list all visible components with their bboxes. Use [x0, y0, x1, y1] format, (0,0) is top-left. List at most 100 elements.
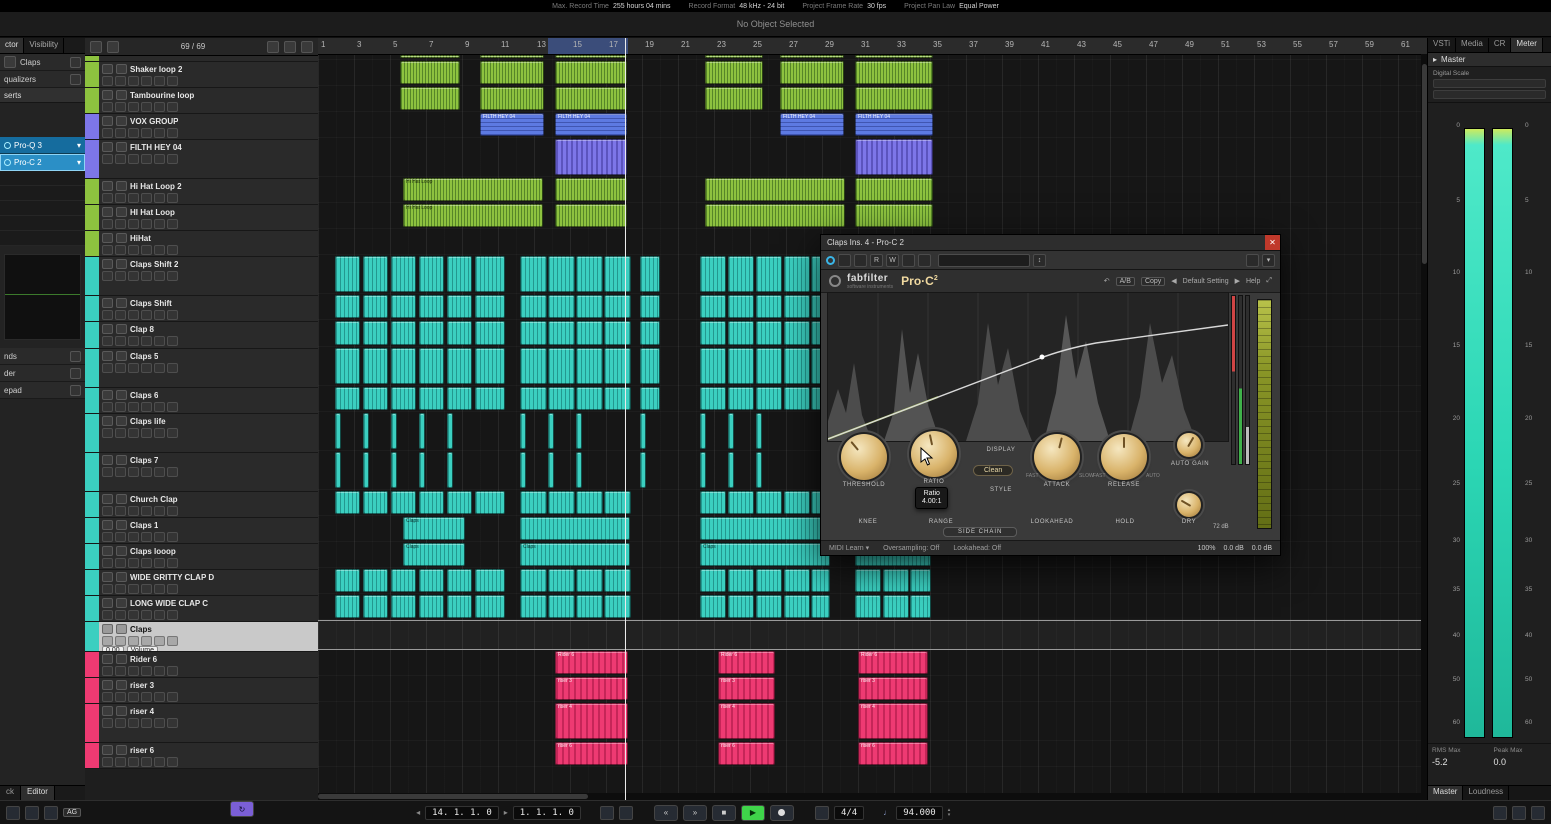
- audio-clip[interactable]: [811, 569, 830, 592]
- mouse-tool-icon[interactable]: [6, 806, 20, 820]
- audio-clip[interactable]: riser 4: [555, 703, 628, 739]
- threshold-knob[interactable]: [841, 434, 887, 480]
- next-preset-button[interactable]: ▶: [1235, 277, 1240, 285]
- edit-channel-button[interactable]: [128, 584, 139, 594]
- inspector-equalizers-section[interactable]: qualizers: [0, 71, 85, 88]
- automation-write-button[interactable]: [154, 193, 165, 203]
- audio-clip[interactable]: [391, 295, 416, 318]
- audio-clip[interactable]: [548, 491, 575, 514]
- track-row[interactable]: Claps 5: [85, 349, 318, 388]
- side-chain-button[interactable]: SIDE CHAIN: [943, 527, 1017, 537]
- audio-clip[interactable]: [475, 295, 505, 318]
- monitor-button[interactable]: [115, 558, 126, 568]
- sync-icon[interactable]: [1493, 806, 1507, 820]
- audio-clip[interactable]: riser 3: [555, 677, 628, 700]
- audio-clip[interactable]: [555, 178, 627, 201]
- freeze-button[interactable]: [167, 363, 178, 373]
- audio-clip[interactable]: [855, 204, 933, 227]
- tempo-display[interactable]: 94.000: [896, 806, 943, 820]
- audio-clip[interactable]: Hi Hat Loop: [403, 178, 543, 201]
- resize-icon[interactable]: ⤢: [1266, 277, 1272, 285]
- record-arm-button[interactable]: [102, 336, 113, 346]
- freeze-button[interactable]: [167, 154, 178, 164]
- timeline-ruler[interactable]: 1357911131517192123252729313335373941434…: [318, 38, 1428, 55]
- audio-clip[interactable]: FILTH HEY 04: [855, 113, 933, 136]
- right-zone-tab-meter[interactable]: Meter: [1511, 38, 1542, 52]
- audio-clip[interactable]: [548, 569, 575, 592]
- midi-learn-button[interactable]: MIDI Learn ▾: [829, 544, 869, 552]
- audio-clip[interactable]: riser 6: [718, 742, 775, 765]
- sidebar-section-der[interactable]: der: [0, 365, 85, 382]
- audio-clip[interactable]: [576, 387, 603, 410]
- audio-clip[interactable]: [604, 595, 631, 618]
- audio-clip[interactable]: [447, 387, 472, 410]
- audio-clip[interactable]: [555, 204, 627, 227]
- track-row[interactable]: HiHat: [85, 231, 318, 257]
- record-arm-button[interactable]: [102, 636, 113, 646]
- automation-read-button[interactable]: [141, 219, 152, 229]
- audio-clip[interactable]: [335, 569, 360, 592]
- audio-clip[interactable]: [520, 256, 547, 292]
- lookahead-setting[interactable]: Lookahead: Off: [953, 545, 1001, 552]
- automation-read-button[interactable]: [141, 128, 152, 138]
- track-row[interactable]: Claps 6: [85, 388, 318, 414]
- audio-clip[interactable]: [419, 321, 444, 345]
- plugin-window[interactable]: Claps Ins. 4 - Pro-C 2 ✕ R W ↕ ▾ fabfilt…: [820, 234, 1281, 556]
- insert-slot-empty[interactable]: [0, 231, 85, 246]
- edit-channel-button[interactable]: [128, 718, 139, 728]
- audio-clip[interactable]: [728, 595, 754, 618]
- compression-graph[interactable]: [827, 292, 1229, 442]
- audio-clip[interactable]: [604, 348, 631, 384]
- audio-clip[interactable]: [520, 387, 547, 410]
- audio-clip[interactable]: [391, 256, 416, 292]
- sidebar-section-epad[interactable]: epad: [0, 382, 85, 399]
- solo-button[interactable]: [116, 351, 127, 361]
- track-row[interactable]: Tambourine loop: [85, 88, 318, 114]
- inspector-inserts-section[interactable]: serts: [0, 88, 85, 103]
- edit-channel-button[interactable]: [128, 532, 139, 542]
- audio-clip[interactable]: [784, 595, 810, 618]
- audio-clip[interactable]: riser 4: [858, 703, 928, 739]
- audio-clip[interactable]: [780, 87, 844, 110]
- automation-write-button[interactable]: [154, 402, 165, 412]
- automation-write-button[interactable]: [154, 610, 165, 620]
- record-arm-button[interactable]: [102, 428, 113, 438]
- automation-write-button[interactable]: [154, 718, 165, 728]
- audio-clip[interactable]: Rider 6: [555, 651, 628, 674]
- track-row[interactable]: riser 6: [85, 743, 318, 769]
- audio-clip[interactable]: [640, 256, 660, 292]
- automation-write-button[interactable]: [154, 666, 165, 676]
- audio-clip[interactable]: [475, 569, 505, 592]
- audio-clip[interactable]: [400, 61, 460, 84]
- solo-button[interactable]: [116, 390, 127, 400]
- list-icon[interactable]: [267, 41, 279, 53]
- monitor-button[interactable]: [115, 363, 126, 373]
- solo-button[interactable]: [116, 207, 127, 217]
- edit-channel-button[interactable]: [128, 102, 139, 112]
- meter-tab-master[interactable]: Master: [1428, 786, 1463, 800]
- add-track-button[interactable]: [90, 41, 102, 53]
- audio-clip[interactable]: [475, 348, 505, 384]
- solo-button[interactable]: [116, 455, 127, 465]
- prev-preset-button[interactable]: ◀: [1171, 277, 1176, 285]
- solo-button[interactable]: [116, 298, 127, 308]
- mute-button[interactable]: [102, 259, 113, 269]
- audio-clip[interactable]: [391, 491, 416, 514]
- audio-clip[interactable]: Rider 6: [858, 651, 928, 674]
- audio-clip[interactable]: riser 4: [718, 703, 775, 739]
- track-row[interactable]: VOX GROUP: [85, 114, 318, 140]
- audio-clip[interactable]: [520, 569, 547, 592]
- audio-clip[interactable]: [419, 256, 444, 292]
- edit-channel-button[interactable]: [128, 245, 139, 255]
- automation-read-button[interactable]: [141, 532, 152, 542]
- track-row[interactable]: Claps Shift: [85, 296, 318, 322]
- audio-clip[interactable]: [548, 387, 575, 410]
- automation-read-button[interactable]: [141, 336, 152, 346]
- track-row[interactable]: Church Clap: [85, 492, 318, 518]
- edit-channel-button[interactable]: [128, 506, 139, 516]
- meter-mode-select[interactable]: [1433, 90, 1546, 99]
- record-arm-button[interactable]: [102, 610, 113, 620]
- oversampling-setting[interactable]: Oversampling: Off: [883, 545, 939, 552]
- automation-read-button[interactable]: [141, 610, 152, 620]
- mute-button[interactable]: [102, 207, 113, 217]
